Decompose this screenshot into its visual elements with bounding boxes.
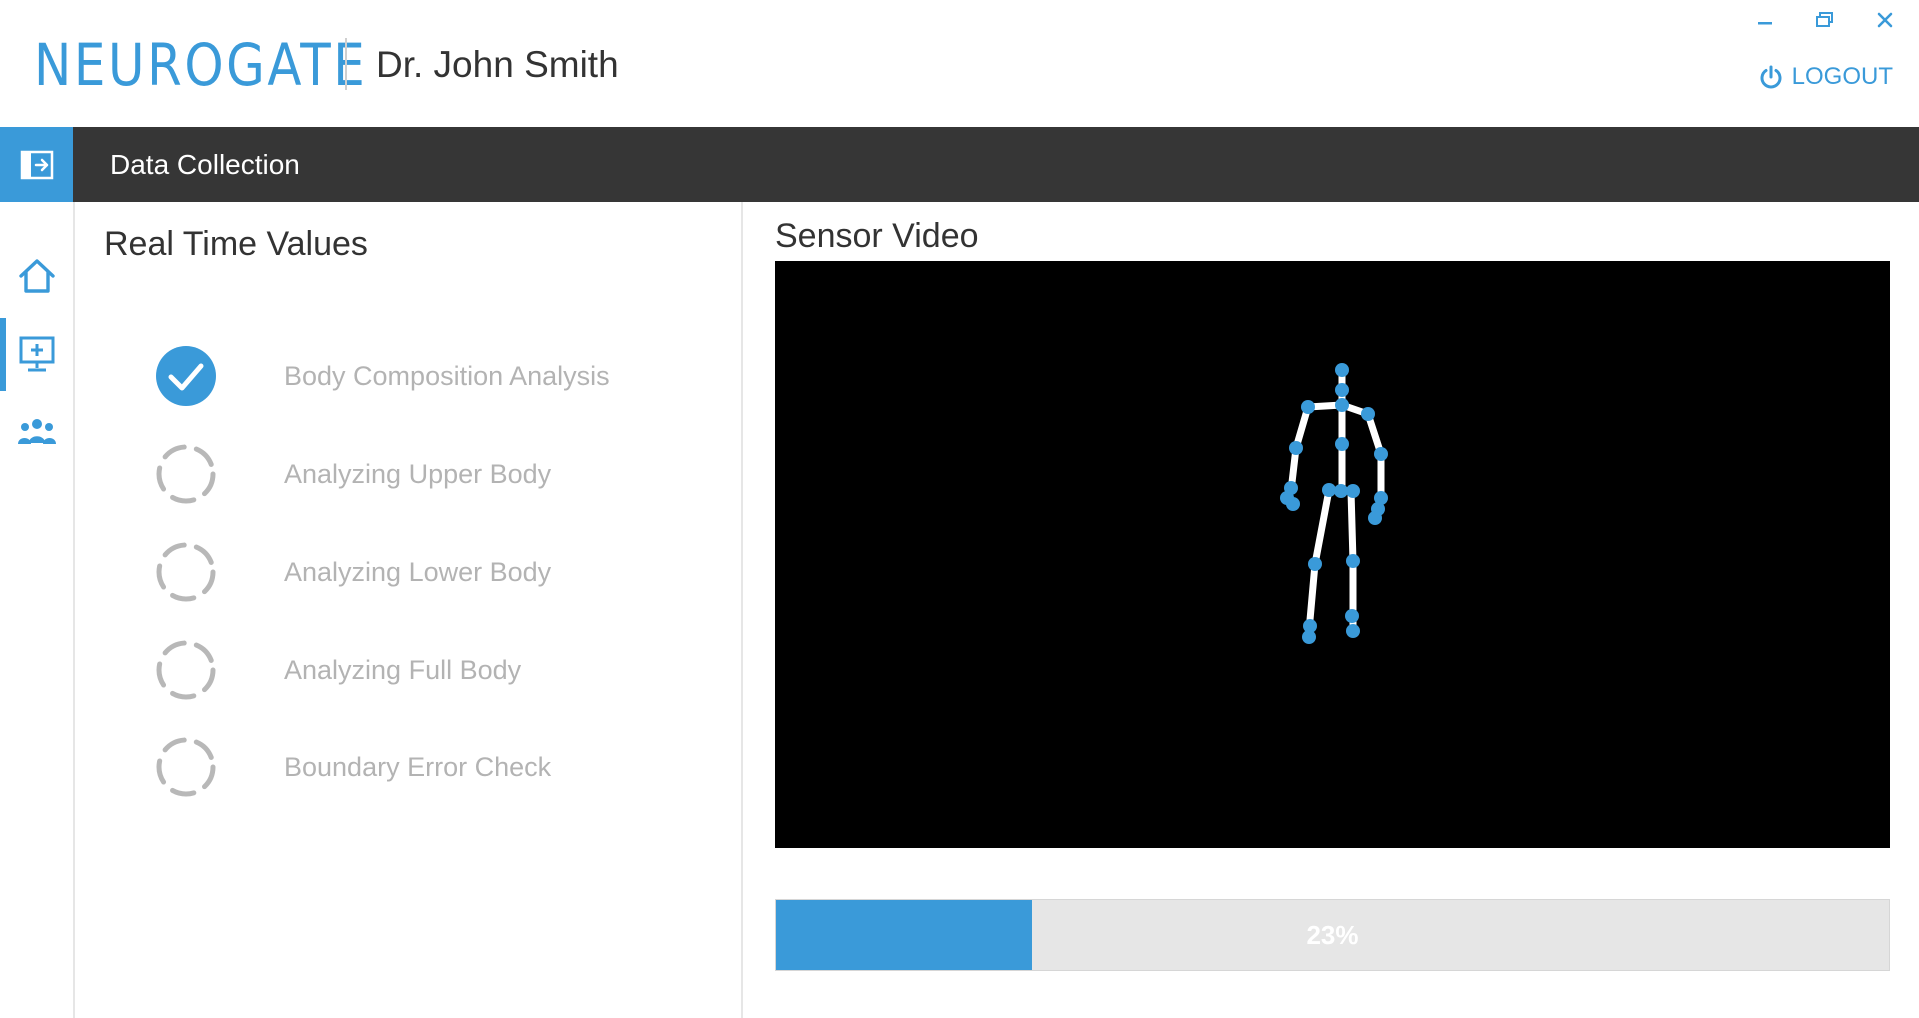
loading-spinner-icon bbox=[155, 736, 217, 798]
step-label: Analyzing Lower Body bbox=[284, 556, 552, 587]
logout-button[interactable]: LOGOUT bbox=[1758, 60, 1893, 94]
sidebar bbox=[0, 202, 75, 1018]
step-item: Analyzing Upper Body bbox=[155, 439, 551, 509]
step-label: Boundary Error Check bbox=[284, 751, 552, 782]
restore-icon bbox=[1816, 12, 1833, 27]
real-time-values-panel: Real Time Values Body Composition Analys… bbox=[77, 202, 743, 1018]
header-divider bbox=[345, 38, 347, 90]
user-name: Dr. John Smith bbox=[376, 44, 619, 85]
close-button[interactable] bbox=[1869, 6, 1901, 34]
minimize-button[interactable] bbox=[1749, 6, 1781, 34]
sensor-video-feed bbox=[775, 261, 1890, 848]
home-icon bbox=[18, 258, 55, 293]
window-controls bbox=[1749, 6, 1901, 34]
monitor-add-icon bbox=[19, 336, 54, 371]
step-label: Analyzing Upper Body bbox=[284, 458, 552, 489]
sidebar-toggle-button[interactable] bbox=[0, 127, 73, 202]
power-icon bbox=[1760, 65, 1782, 89]
app-header: NEUROGATE Dr. John Smith LOGOUT bbox=[0, 0, 1919, 127]
skeleton-tracking-image bbox=[1280, 363, 1388, 644]
step-item: Boundary Error Check bbox=[155, 732, 551, 802]
page-title: Data Collection bbox=[110, 149, 300, 180]
progress-bar: 23% bbox=[775, 899, 1890, 971]
progress-label: 23% bbox=[1306, 919, 1359, 950]
step-item: Body Composition Analysis bbox=[155, 341, 610, 411]
sidebar-item-patients[interactable] bbox=[0, 394, 73, 469]
logout-label: LOGOUT bbox=[1791, 63, 1893, 90]
loading-spinner-icon bbox=[155, 639, 217, 701]
step-label: Analyzing Full Body bbox=[284, 654, 522, 685]
sensor-video-title: Sensor Video bbox=[775, 217, 979, 255]
sidebar-toggle-icon bbox=[20, 150, 53, 179]
close-icon bbox=[1877, 12, 1893, 28]
step-item: Analyzing Full Body bbox=[155, 635, 521, 705]
step-item: Analyzing Lower Body bbox=[155, 537, 551, 607]
app-window: NEUROGATE Dr. John Smith LOGOUT Data Col… bbox=[0, 0, 1919, 1018]
step-label: Body Composition Analysis bbox=[284, 360, 610, 391]
restore-button[interactable] bbox=[1809, 6, 1841, 34]
loading-spinner-icon bbox=[155, 443, 217, 505]
panel-title: Real Time Values bbox=[104, 225, 368, 263]
sidebar-item-home[interactable] bbox=[0, 238, 73, 313]
page-titlebar: Data Collection bbox=[0, 127, 1919, 202]
loading-spinner-icon bbox=[155, 541, 217, 603]
sensor-video-panel: Sensor Video 23% bbox=[745, 202, 1919, 1018]
users-icon bbox=[17, 418, 56, 444]
sidebar-item-data-collection[interactable] bbox=[0, 316, 73, 391]
check-circle-icon bbox=[155, 345, 217, 407]
app-logo: NEUROGATE bbox=[34, 31, 368, 99]
minimize-icon bbox=[1758, 22, 1772, 25]
